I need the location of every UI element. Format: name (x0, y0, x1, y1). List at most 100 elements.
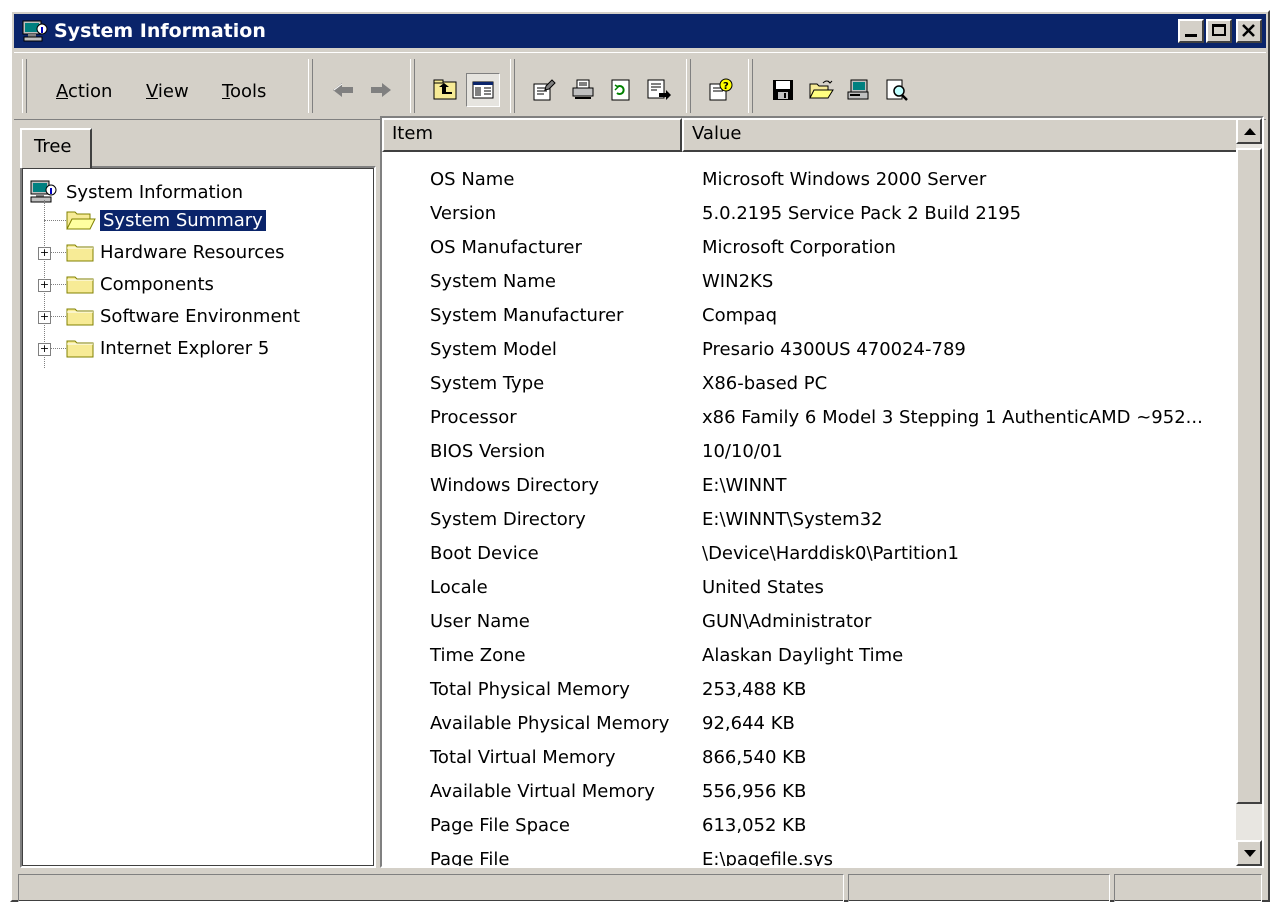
tree-connector (50, 348, 66, 349)
table-row[interactable]: OS Name Microsoft Windows 2000 Server (382, 164, 1232, 198)
tree-item-software-environment[interactable]: Software Environment (66, 302, 300, 330)
table-row[interactable]: Total Virtual Memory 866,540 KB (382, 742, 1232, 776)
tab-tree[interactable]: Tree (20, 128, 92, 168)
minimize-button[interactable] (1178, 19, 1204, 43)
item-cell: Processor (430, 407, 517, 428)
table-row[interactable]: System Name WIN2KS (382, 266, 1232, 300)
tree-item-label: Components (100, 273, 214, 295)
menu-tools-label: Tools (222, 81, 267, 102)
export-list-button[interactable] (642, 73, 676, 107)
item-cell: Available Virtual Memory (430, 781, 655, 802)
menu-view[interactable]: View (146, 81, 189, 102)
value-cell: Compaq (702, 305, 777, 326)
item-cell: Locale (430, 577, 488, 598)
properties-button[interactable] (528, 73, 562, 107)
table-row[interactable]: BIOS Version 10/10/01 (382, 436, 1232, 470)
close-button[interactable] (1236, 19, 1262, 43)
value-cell: X86-based PC (702, 373, 828, 394)
tree-item-internet-explorer-5[interactable]: Internet Explorer 5 (66, 334, 269, 362)
table-row[interactable]: Available Virtual Memory 556,956 KB (382, 776, 1232, 810)
toolbar-grip[interactable] (308, 59, 313, 113)
export-list-icon (647, 79, 671, 100)
forward-button[interactable] (364, 73, 398, 107)
help-button[interactable]: ? (704, 73, 738, 107)
print-icon (572, 79, 594, 99)
tree-item-system-summary[interactable]: System Summary (66, 206, 267, 234)
expand-toggle-hardware-resources[interactable]: + (38, 247, 51, 260)
tree-item-label: System Summary (99, 208, 267, 232)
item-cell: Boot Device (430, 543, 539, 564)
details-list: Item Value OS Name Microsoft Windows 2000… (380, 116, 1264, 868)
save-button[interactable] (766, 73, 800, 107)
svg-text:?: ? (723, 81, 729, 92)
value-cell: 253,488 KB (702, 679, 807, 700)
tree-root-system-information[interactable]: System Information (28, 178, 243, 206)
maximize-icon (1212, 24, 1226, 36)
show-hide-tree-button[interactable] (466, 73, 500, 107)
toolbar-grip[interactable] (22, 59, 27, 113)
item-cell: OS Name (430, 169, 515, 190)
value-cell: \Device\Harddisk0\Partition1 (702, 543, 959, 564)
refresh-button[interactable] (604, 73, 638, 107)
column-header-item[interactable]: Item (382, 118, 682, 152)
item-cell: User Name (430, 611, 530, 632)
item-cell: Total Virtual Memory (430, 747, 616, 768)
scroll-up-button[interactable] (1236, 118, 1262, 144)
scroll-down-arrow-icon (1244, 850, 1256, 857)
table-row[interactable]: Processor x86 Family 6 Model 3 Stepping 1… (382, 402, 1232, 436)
menu-tools[interactable]: Tools (222, 81, 266, 102)
title-bar[interactable]: System Information (14, 14, 1266, 48)
tree-connector (50, 284, 66, 285)
expand-toggle-software-environment[interactable]: + (38, 311, 51, 324)
scrollbar-thumb[interactable] (1236, 148, 1262, 804)
toolbar-separator (410, 59, 415, 113)
table-row[interactable]: System Type X86-based PC (382, 368, 1232, 402)
table-row[interactable]: Page File Space 613,052 KB (382, 810, 1232, 844)
value-cell: Alaskan Daylight Time (702, 645, 904, 666)
scroll-down-button[interactable] (1236, 840, 1262, 866)
find-button[interactable] (880, 73, 914, 107)
status-bar (18, 874, 1262, 902)
table-row[interactable]: Time Zone Alaskan Daylight Time (382, 640, 1232, 674)
menu-view-label: View (146, 81, 189, 102)
refresh-icon (611, 79, 630, 101)
system-info-button[interactable] (842, 73, 876, 107)
column-header-value[interactable]: Value (682, 118, 1238, 152)
value-cell: Presario 4300US 470024-789 (702, 339, 966, 360)
item-cell: Page File (430, 849, 510, 868)
open-button[interactable] (804, 73, 838, 107)
up-level-button[interactable] (428, 73, 462, 107)
value-cell: E:\WINNT (702, 475, 787, 496)
back-button[interactable] (326, 73, 360, 107)
table-row[interactable]: Version 5.0.2195 Service Pack 2 Build 219… (382, 198, 1232, 232)
value-cell: x86 Family 6 Model 3 Stepping 1 Authenti… (702, 407, 1203, 428)
maximize-button[interactable] (1206, 19, 1232, 43)
table-row[interactable]: Boot Device \Device\Harddisk0\Partition1 (382, 538, 1232, 572)
value-cell: 92,644 KB (702, 713, 795, 734)
open-folder-icon (66, 211, 96, 230)
expand-toggle-internet-explorer[interactable]: + (38, 343, 51, 356)
table-row[interactable]: OS Manufacturer Microsoft Corporation (382, 232, 1232, 266)
print-button[interactable] (566, 73, 600, 107)
table-row[interactable]: System Directory E:\WINNT\System32 (382, 504, 1232, 538)
table-row[interactable]: Available Physical Memory 92,644 KB (382, 708, 1232, 742)
tree-item-components[interactable]: Components (66, 270, 214, 298)
table-row[interactable]: Windows Directory E:\WINNT (382, 470, 1232, 504)
tree-item-hardware-resources[interactable]: Hardware Resources (66, 238, 285, 266)
item-cell: Available Physical Memory (430, 713, 670, 734)
table-row[interactable]: System Manufacturer Compaq (382, 300, 1232, 334)
tree-pane: System Information System Summary + Hard… (20, 166, 376, 868)
menu-action-label: Action (56, 81, 113, 102)
table-row[interactable]: User Name GUN\Administrator (382, 606, 1232, 640)
table-row[interactable]: Locale United States (382, 572, 1232, 606)
menu-action[interactable]: Action (56, 81, 112, 102)
table-row[interactable]: Page File E:\pagefile.sys (382, 844, 1232, 868)
expand-toggle-components[interactable]: + (38, 279, 51, 292)
table-row[interactable]: System Model Presario 4300US 470024-789 (382, 334, 1232, 368)
value-cell: E:\WINNT\System32 (702, 509, 883, 530)
table-row[interactable]: Total Physical Memory 253,488 KB (382, 674, 1232, 708)
system-information-app-icon (20, 18, 50, 44)
vertical-scrollbar[interactable] (1236, 118, 1262, 866)
scroll-up-arrow-icon (1244, 128, 1256, 135)
status-panel-2 (848, 874, 1110, 902)
